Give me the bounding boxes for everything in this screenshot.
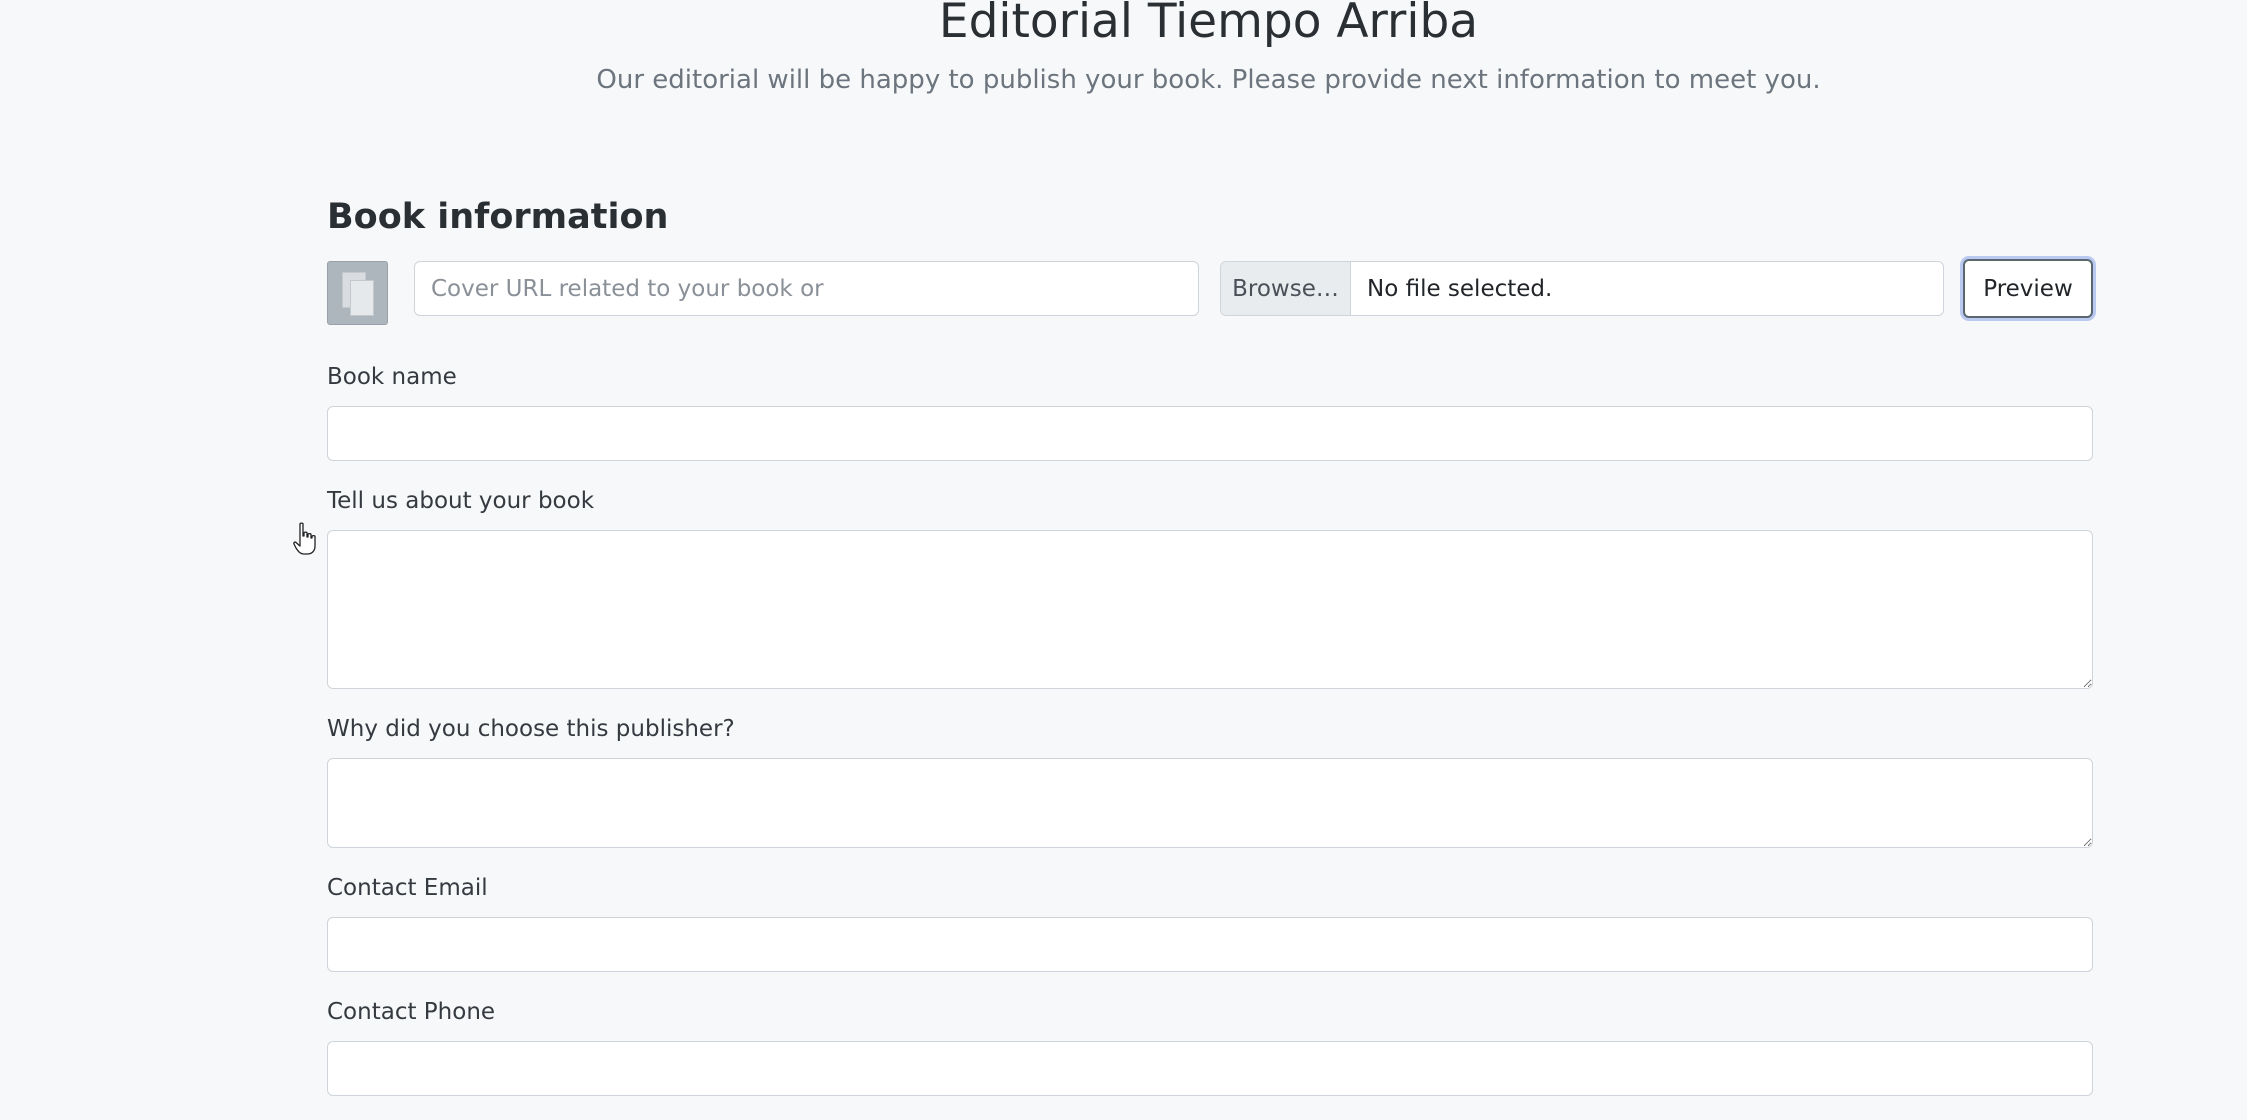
preview-button[interactable]: Preview — [1963, 259, 2093, 318]
contact-email-input[interactable] — [327, 917, 2093, 972]
contact-phone-input[interactable] — [327, 1041, 2093, 1096]
page-subtitle: Our editorial will be happy to publish y… — [596, 65, 1821, 95]
about-book-textarea[interactable] — [327, 530, 2093, 689]
file-browse-button[interactable]: Browse… — [1221, 262, 1351, 315]
page-title: Editorial Tiempo Arriba — [938, 0, 1479, 49]
hand-pointer-cursor-icon — [293, 522, 316, 555]
cover-file-picker[interactable]: Browse… No file selected. — [1220, 261, 1944, 316]
book-name-label: Book name — [327, 364, 457, 390]
document-front-shape — [350, 280, 374, 316]
cover-url-input[interactable] — [414, 261, 1199, 316]
contact-phone-label: Contact Phone — [327, 999, 496, 1025]
file-status-text: No file selected. — [1367, 275, 1553, 302]
publisher-form-page: Editorial Tiempo Arriba Our editorial wi… — [0, 0, 2247, 1120]
contact-email-label: Contact Email — [327, 875, 488, 901]
document-copies-icon — [327, 261, 388, 325]
book-information-heading: Book information — [327, 197, 669, 237]
book-name-input[interactable] — [327, 406, 2093, 461]
about-book-label: Tell us about your book — [327, 488, 595, 514]
why-publisher-label: Why did you choose this publisher? — [327, 716, 735, 742]
why-publisher-textarea[interactable] — [327, 758, 2093, 848]
